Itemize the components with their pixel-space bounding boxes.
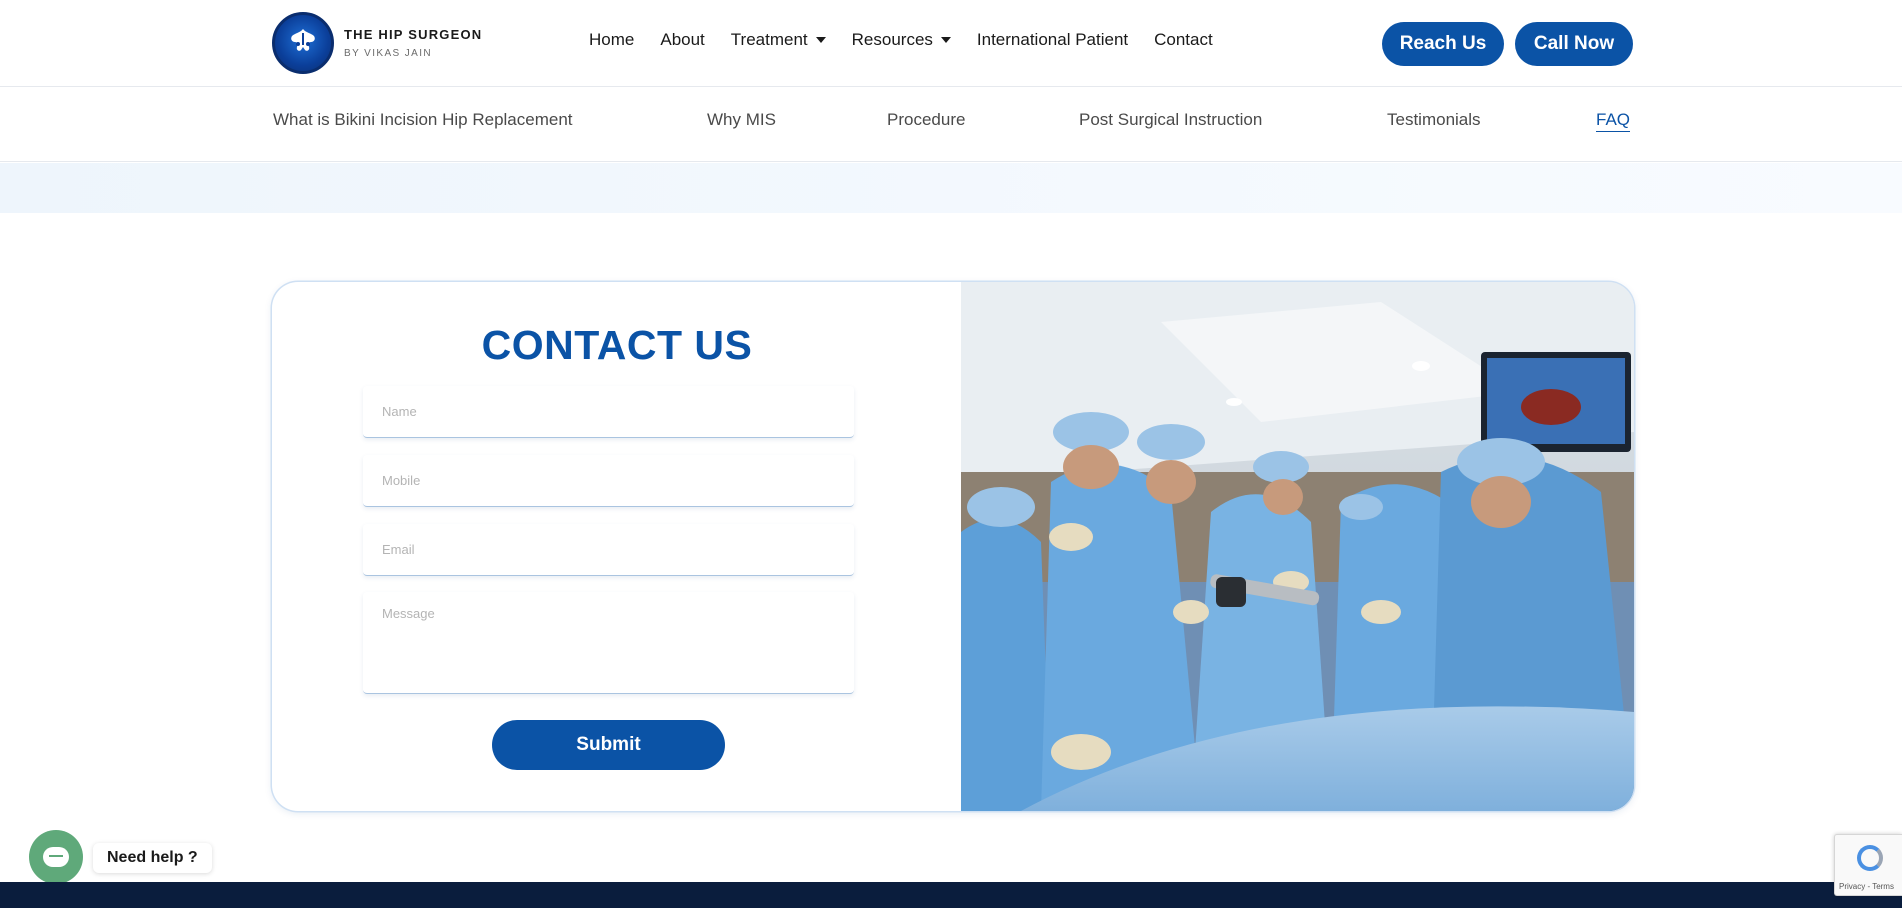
reach-us-button[interactable]: Reach Us xyxy=(1382,22,1504,66)
chat-help-button[interactable] xyxy=(29,830,83,884)
brand-logo[interactable]: THE HIP SURGEON BY VIKAS JAIN xyxy=(272,12,482,74)
recaptcha-icon xyxy=(1857,845,1883,871)
footer-bar xyxy=(0,882,1902,908)
recaptcha-links: Privacy - Terms xyxy=(1839,882,1894,891)
section-nav: What is Bikini Incision Hip Replacement … xyxy=(0,88,1902,162)
name-input[interactable] xyxy=(363,386,854,438)
subnav-item-bikini-incision[interactable]: What is Bikini Incision Hip Replacement xyxy=(273,110,573,130)
help-label[interactable]: Need help ? xyxy=(93,843,212,873)
nav-item-about[interactable]: About xyxy=(660,30,704,50)
site-header: THE HIP SURGEON BY VIKAS JAIN Home About… xyxy=(0,0,1902,87)
submit-button[interactable]: Submit xyxy=(492,720,725,770)
caret-down-icon xyxy=(815,37,826,43)
call-now-button[interactable]: Call Now xyxy=(1515,22,1633,66)
nav-item-international-patient[interactable]: International Patient xyxy=(977,30,1128,50)
email-input[interactable] xyxy=(363,524,854,576)
subnav-item-testimonials[interactable]: Testimonials xyxy=(1387,110,1481,130)
subnav-item-faq[interactable]: FAQ xyxy=(1596,110,1631,132)
subnav-item-post-surgical[interactable]: Post Surgical Instruction xyxy=(1079,110,1262,130)
nav-item-home[interactable]: Home xyxy=(589,30,634,50)
hip-logo-icon xyxy=(272,12,334,74)
brand-subtitle: BY VIKAS JAIN xyxy=(344,48,433,59)
nav-item-resources[interactable]: Resources xyxy=(852,30,951,50)
contact-card: CONTACT US Submit xyxy=(272,282,1634,811)
nav-item-treatment[interactable]: Treatment xyxy=(731,30,826,50)
caret-down-icon xyxy=(940,37,951,43)
surgery-team-photo xyxy=(961,282,1634,811)
brand-title: THE HIP SURGEON xyxy=(344,27,483,42)
recaptcha-badge[interactable]: Privacy - Terms xyxy=(1834,834,1902,896)
nav-item-contact[interactable]: Contact xyxy=(1154,30,1213,50)
chat-bubble-icon xyxy=(43,847,69,867)
subnav-item-procedure[interactable]: Procedure xyxy=(887,110,965,130)
subnav-item-why-mis[interactable]: Why MIS xyxy=(707,110,776,130)
contact-title: CONTACT US xyxy=(481,322,753,368)
hero-band xyxy=(0,163,1902,213)
mobile-input[interactable] xyxy=(363,455,854,507)
message-input[interactable] xyxy=(363,592,854,694)
main-nav: Home About Treatment Resources Internati… xyxy=(589,30,1239,50)
